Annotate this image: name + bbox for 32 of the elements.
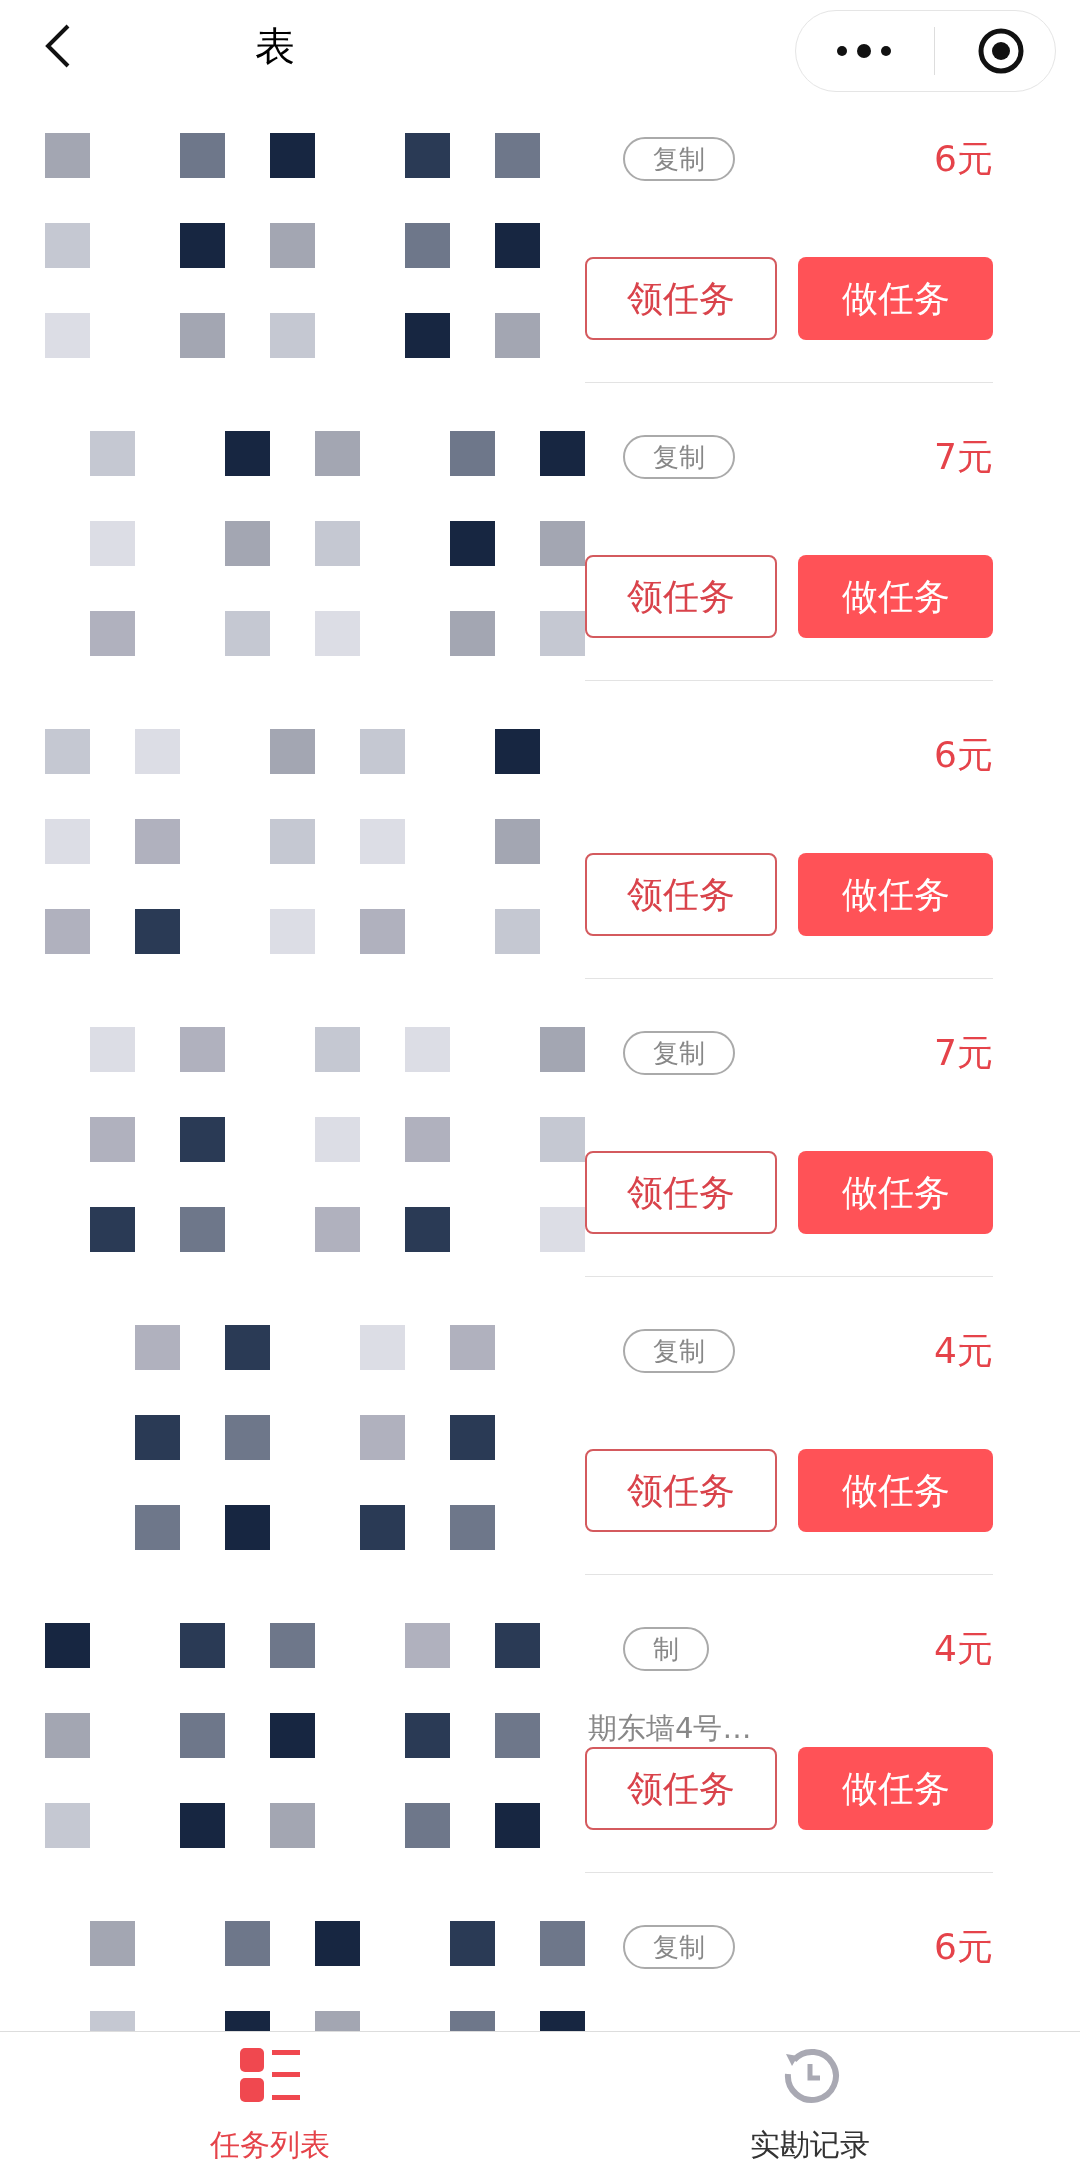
copy-button[interactable]: 复制 (623, 1925, 735, 1969)
back-icon[interactable] (44, 23, 70, 68)
do-task-button[interactable]: 做任务 (798, 853, 993, 936)
claim-task-button[interactable]: 领任务 (585, 1449, 777, 1532)
do-task-button[interactable]: 做任务 (798, 1449, 993, 1532)
copy-button[interactable]: 制 (623, 1627, 709, 1671)
copy-button[interactable]: 复制 (623, 1329, 735, 1373)
copy-button[interactable]: 复制 (623, 137, 735, 181)
claim-task-button[interactable]: 领任务 (585, 1747, 777, 1830)
price: 6元 (934, 141, 993, 177)
price: 4元 (934, 1333, 993, 1369)
copy-button[interactable]: 复制 (623, 1031, 735, 1075)
claim-task-button[interactable]: 领任务 (585, 257, 777, 340)
price: 6元 (934, 737, 993, 773)
do-task-button[interactable]: 做任务 (798, 257, 993, 340)
page-title: 表 (255, 21, 295, 71)
do-task-button[interactable]: 做任务 (798, 1151, 993, 1234)
tab-item[interactable]: 任务列表 (0, 2032, 540, 2174)
copy-button[interactable]: 复制 (623, 435, 735, 479)
price: 7元 (934, 439, 993, 475)
do-task-button[interactable]: 做任务 (798, 1747, 993, 1830)
price: 7元 (934, 1035, 993, 1071)
claim-task-button[interactable]: 领任务 (585, 1151, 777, 1234)
more-icon[interactable] (836, 43, 892, 59)
price: 6元 (934, 1929, 993, 1965)
price: 4元 (934, 1631, 993, 1667)
claim-task-button[interactable]: 领任务 (585, 555, 777, 638)
tab-item[interactable]: 实勘记录 (540, 2032, 1080, 2174)
claim-task-button[interactable]: 领任务 (585, 853, 777, 936)
target-icon[interactable] (977, 27, 1025, 75)
address-text: 期东墙4号… (588, 1714, 752, 1743)
do-task-button[interactable]: 做任务 (798, 555, 993, 638)
